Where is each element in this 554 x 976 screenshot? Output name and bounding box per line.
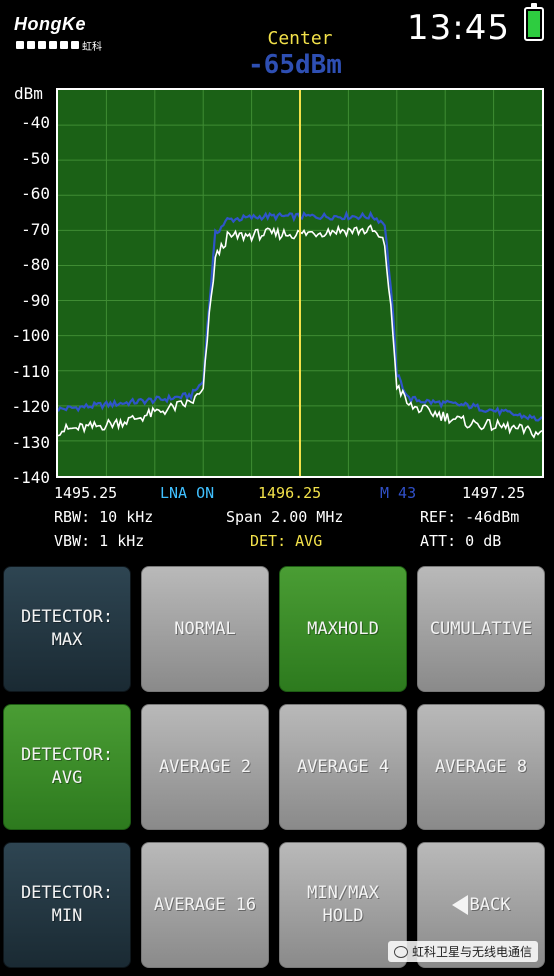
battery-full-icon xyxy=(524,3,544,41)
vbw-value: VBW: 1 kHz xyxy=(54,532,145,550)
back-label: BACK xyxy=(469,894,511,915)
cumulative-button[interactable]: CUMULATIVE xyxy=(417,566,545,692)
stop-frequency: 1497.25 xyxy=(462,484,526,502)
clock: 13:45 xyxy=(407,8,510,48)
y-tick-label: -50 xyxy=(21,148,50,168)
back-arrow-icon xyxy=(451,895,468,915)
y-tick-label: -100 xyxy=(11,326,50,346)
detector-max-button[interactable]: DETECTOR: MAX xyxy=(3,566,131,692)
y-tick-label: -90 xyxy=(21,290,50,310)
y-axis-label: dBm xyxy=(14,84,43,103)
y-tick-label: -130 xyxy=(11,432,50,452)
spectrum-plot-area: dBm -40 -50 -60 -70 -80 -90 -100 -110 -120 -130 -1… xyxy=(0,84,554,487)
status-header: HongKe 虹科 Center -65dBm 13:45 xyxy=(0,0,554,84)
detector-value: DET: AVG xyxy=(250,532,323,550)
center-frequency: 1496.25 xyxy=(258,484,322,502)
y-tick-label: -70 xyxy=(21,219,50,239)
start-frequency: 1495.25 xyxy=(54,484,118,502)
ref-level: REF: -46dBm xyxy=(420,508,520,526)
spectrum-plot[interactable] xyxy=(56,88,544,478)
y-tick-label: -60 xyxy=(21,184,50,204)
average-2-button[interactable]: AVERAGE 2 xyxy=(141,704,269,830)
y-tick-label: -120 xyxy=(11,397,50,417)
watermark: 虹科卫星与无线电通信 xyxy=(387,941,538,962)
watermark-text: 虹科卫星与无线电通信 xyxy=(411,945,532,959)
info-panel: 1495.25 LNA ON 1496.25 M 43 1497.25 RBW:… xyxy=(0,484,554,556)
average-16-button[interactable]: AVERAGE 16 xyxy=(141,842,269,968)
normal-button[interactable]: NORMAL xyxy=(141,566,269,692)
chat-icon xyxy=(393,945,408,958)
attenuation-value: ATT: 0 dB xyxy=(420,532,502,550)
maxhold-button[interactable]: MAXHOLD xyxy=(279,566,407,692)
center-value: -65dBm xyxy=(248,50,342,80)
average-4-button[interactable]: AVERAGE 4 xyxy=(279,704,407,830)
y-tick-label: -40 xyxy=(21,113,50,133)
marker-label: M 43 xyxy=(380,484,417,502)
detector-avg-button[interactable]: DETECTOR: AVG xyxy=(3,704,131,830)
rbw-value: RBW: 10 kHz xyxy=(54,508,154,526)
span-value: Span 2.00 MHz xyxy=(226,508,344,526)
spectrum-svg xyxy=(58,90,542,476)
lna-status: LNA ON xyxy=(160,484,215,502)
y-tick-label: -110 xyxy=(11,361,50,381)
average-8-button[interactable]: AVERAGE 8 xyxy=(417,704,545,830)
y-tick-label: -80 xyxy=(21,255,50,275)
detector-min-button[interactable]: DETECTOR: MIN xyxy=(3,842,131,968)
